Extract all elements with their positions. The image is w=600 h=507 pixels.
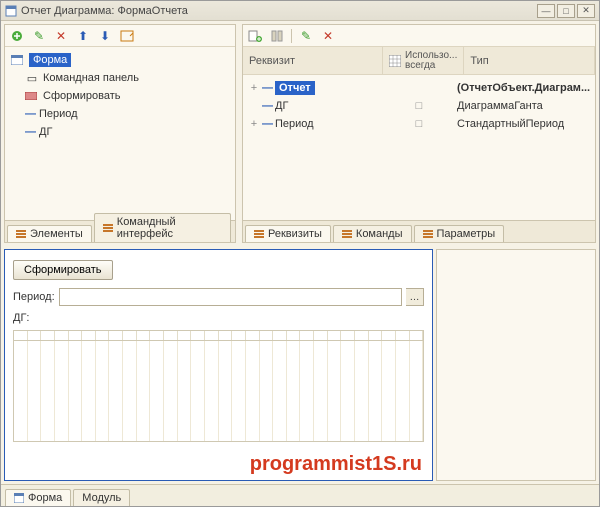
add-column-icon[interactable] bbox=[247, 28, 263, 44]
generate-button[interactable]: Сформировать bbox=[13, 260, 113, 280]
add-icon[interactable] bbox=[9, 28, 25, 44]
field-icon: — bbox=[25, 126, 35, 138]
titlebar[interactable]: Отчет Диаграмма: ФормаОтчета — □ ✕ bbox=[1, 1, 599, 21]
use-checkbox[interactable]: □ bbox=[385, 100, 453, 112]
tab-commands[interactable]: Команды bbox=[333, 225, 412, 242]
attributes-panel: ✎ ✕ Реквизит Использо... всегда Тип +—От… bbox=[242, 24, 596, 243]
attrib-row[interactable]: +—Период □ СтандартныйПериод bbox=[245, 115, 593, 133]
button-icon bbox=[25, 92, 39, 100]
attr-type: ДиаграммаГанта bbox=[453, 100, 593, 112]
list-icon bbox=[254, 229, 264, 239]
form-icon bbox=[5, 5, 17, 17]
use-checkbox[interactable]: □ bbox=[385, 118, 453, 130]
tab-form[interactable]: Форма bbox=[5, 489, 71, 506]
watermark: programmist1S.ru bbox=[250, 453, 422, 476]
field-icon: — bbox=[25, 108, 35, 120]
list-icon bbox=[16, 229, 26, 239]
move-up-icon[interactable]: ⬆ bbox=[75, 28, 91, 44]
attrib-row[interactable]: —ДГ □ ДиаграммаГанта bbox=[245, 97, 593, 115]
left-tabs: Элементы Командный интерфейс bbox=[5, 220, 235, 242]
delete-icon[interactable]: ✕ bbox=[53, 28, 69, 44]
attr-icon: — bbox=[262, 118, 272, 130]
columns-icon[interactable] bbox=[269, 28, 285, 44]
tab-elements[interactable]: Элементы bbox=[7, 225, 92, 242]
form-preview: Сформировать Период: … ДГ: programmist1S… bbox=[4, 249, 433, 481]
attr-type: СтандартныйПериод bbox=[453, 118, 593, 130]
list-icon bbox=[342, 229, 352, 239]
period-label: Период: bbox=[13, 291, 55, 303]
designer-window: Отчет Диаграмма: ФормаОтчета — □ ✕ ✎ ✕ ⬆… bbox=[0, 0, 600, 507]
attributes-toolbar: ✎ ✕ bbox=[243, 25, 595, 47]
move-down-icon[interactable]: ⬇ bbox=[97, 28, 113, 44]
attributes-header: Реквизит Использо... всегда Тип bbox=[243, 47, 595, 75]
col-type[interactable]: Тип bbox=[464, 47, 595, 74]
tree-root-form[interactable]: Форма bbox=[7, 51, 233, 69]
list-icon bbox=[423, 229, 433, 239]
tab-module[interactable]: Модуль bbox=[73, 489, 130, 506]
form-node-icon bbox=[11, 55, 25, 65]
tree-item[interactable]: —ДГ bbox=[7, 123, 233, 141]
tab-command-interface[interactable]: Командный интерфейс bbox=[94, 213, 231, 242]
properties-icon[interactable] bbox=[119, 28, 135, 44]
tree-root-label: Форма bbox=[29, 53, 71, 67]
elements-panel: ✎ ✕ ⬆ ⬇ Форма ▭Командная панель Сформиро… bbox=[4, 24, 236, 243]
tab-parameters[interactable]: Параметры bbox=[414, 225, 505, 242]
close-button[interactable]: ✕ bbox=[577, 4, 595, 18]
elements-toolbar: ✎ ✕ ⬆ ⬇ bbox=[5, 25, 235, 47]
col-attribute[interactable]: Реквизит bbox=[243, 47, 383, 74]
list-icon bbox=[103, 223, 113, 233]
gantt-chart[interactable] bbox=[13, 330, 424, 442]
attr-type: (ОтчетОбъект.Диаграм... bbox=[453, 82, 593, 94]
attributes-grid[interactable]: +—Отчет (ОтчетОбъект.Диаграм... —ДГ □ Ди… bbox=[243, 75, 595, 220]
side-panel bbox=[436, 249, 596, 481]
grid-icon bbox=[389, 55, 401, 67]
tree-item[interactable]: Сформировать bbox=[7, 87, 233, 105]
edit-icon[interactable]: ✎ bbox=[298, 28, 314, 44]
expand-icon[interactable]: + bbox=[249, 82, 259, 94]
period-picker-button[interactable]: … bbox=[406, 288, 424, 306]
right-tabs: Реквизиты Команды Параметры bbox=[243, 220, 595, 242]
window-title: Отчет Диаграмма: ФормаОтчета bbox=[21, 5, 535, 17]
expand-icon[interactable]: + bbox=[249, 118, 259, 130]
tree-item[interactable]: ▭Командная панель bbox=[7, 69, 233, 87]
col-use-always[interactable]: Использо... всегда bbox=[383, 47, 464, 74]
form-icon bbox=[14, 493, 24, 503]
tab-attributes[interactable]: Реквизиты bbox=[245, 225, 331, 242]
dg-label: ДГ: bbox=[13, 312, 29, 324]
tree-item[interactable]: —Период bbox=[7, 105, 233, 123]
attr-icon: — bbox=[262, 82, 272, 94]
attr-icon: — bbox=[262, 100, 272, 112]
panel-icon: ▭ bbox=[25, 72, 39, 85]
footer-tabs: Форма Модуль bbox=[1, 484, 599, 506]
maximize-button[interactable]: □ bbox=[557, 4, 575, 18]
attrib-row[interactable]: +—Отчет (ОтчетОбъект.Диаграм... bbox=[245, 79, 593, 97]
edit-icon[interactable]: ✎ bbox=[31, 28, 47, 44]
elements-tree[interactable]: Форма ▭Командная панель Сформировать —Пе… bbox=[5, 47, 235, 220]
minimize-button[interactable]: — bbox=[537, 4, 555, 18]
delete-icon[interactable]: ✕ bbox=[320, 28, 336, 44]
period-input[interactable] bbox=[59, 288, 402, 306]
